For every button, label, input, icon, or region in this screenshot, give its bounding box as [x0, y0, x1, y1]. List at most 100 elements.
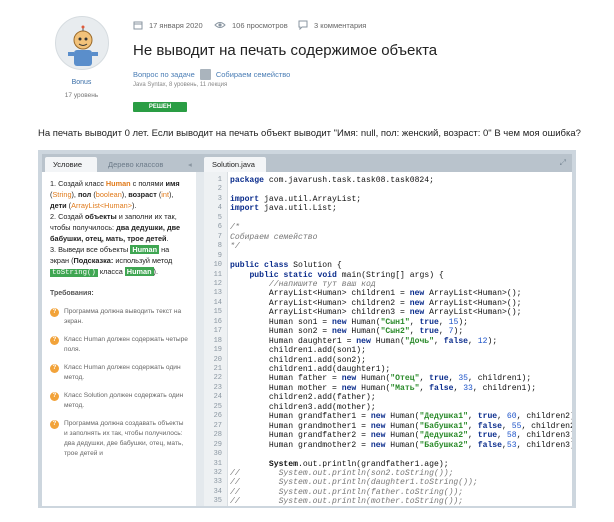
line-number: 8 [217, 242, 222, 251]
code-text: Human father = new Human("Отец", true, 3… [230, 374, 532, 384]
views-text: 106 просмотров [232, 20, 288, 30]
code-line[interactable]: 34 // System.out.println(father.toString(… [204, 488, 572, 498]
post-views: 106 просмотров [214, 20, 288, 30]
code-line[interactable]: 33 // System.out.println(daughter1.toStri… [204, 478, 572, 488]
code-text: public static void main(String[] args) { [249, 270, 444, 280]
code-line[interactable]: 9 [204, 252, 572, 262]
line-number: 6 [217, 223, 222, 232]
collapse-arrow-icon[interactable]: ◂ [180, 157, 200, 172]
code-line[interactable]: 10 public class Solution { [204, 261, 572, 271]
code-text: children1.add(daughter1); [230, 365, 391, 374]
code-line[interactable]: 17 Human son2 = new Human("Сын2", true, … [204, 327, 572, 337]
code-line[interactable]: 12 //напишите тут ваш код [204, 280, 572, 290]
code-text: ArrayList<Human> children2 = new ArrayLi… [230, 298, 522, 308]
line-number: 25 [213, 402, 222, 411]
tab-solution-java[interactable]: Solution.java [204, 157, 266, 172]
line-number: 26 [213, 412, 222, 421]
line-number: 24 [213, 393, 222, 402]
tab-condition[interactable]: Условие [45, 157, 97, 172]
code-editor[interactable]: 1 package com.javarush.task.task08.task08… [204, 172, 572, 506]
line-number: 23 [213, 383, 222, 392]
requirements-title: Требования: [50, 290, 94, 297]
question-icon: ? [50, 420, 59, 429]
code-line[interactable]: 24 children2.add(father); [204, 393, 572, 403]
task-link[interactable]: Собираем семейство [216, 70, 291, 79]
post-comments[interactable]: 3 комментария [298, 20, 366, 30]
code-line[interactable]: 35 // System.out.println(mother.toString(… [204, 497, 572, 506]
code-line[interactable]: 22 Human father = new Human("Отец", true… [204, 374, 572, 384]
code-line[interactable]: 11 public static void main(String[] args… [204, 271, 572, 281]
code-text: // System.out.println(father.toString())… [230, 487, 464, 497]
line-number: 4 [217, 204, 222, 213]
code-line[interactable]: 29 Human grandmother2 = new Human("Бабуш… [204, 441, 572, 451]
eye-icon [214, 22, 226, 28]
code-line[interactable]: 25 children3.add(mother); [204, 403, 572, 413]
line-number: 28 [213, 431, 222, 440]
question-text: На печать выводит 0 лет. Если выводит на… [38, 128, 581, 139]
author-level: 17 уровень [64, 92, 99, 99]
code-line[interactable]: 3 import java.util.ArrayList; [204, 195, 572, 205]
code-line[interactable]: 1 package com.javarush.task.task08.task08… [204, 176, 572, 186]
comment-icon [298, 20, 308, 30]
line-number: 22 [213, 374, 222, 383]
code-text: */ [230, 242, 240, 252]
code-text: // System.out.println(mother.toString())… [230, 497, 464, 506]
line-number: 9 [217, 251, 222, 260]
requirement-item: ? Класс Human должен содержать один метод… [50, 363, 188, 383]
task-label: Вопрос по задаче [133, 70, 195, 79]
line-number: 19 [213, 346, 222, 355]
code-line[interactable]: 8 */ [204, 242, 572, 252]
condition-scrollbar[interactable] [196, 172, 204, 506]
line-number: 33 [213, 478, 222, 487]
tab-class-tree[interactable]: Дерево классов [100, 157, 171, 172]
line-number: 31 [213, 459, 222, 468]
code-line[interactable]: 31 System.out.println(grandfather1.age); [204, 460, 572, 470]
code-line[interactable]: 2 [204, 185, 572, 195]
code-text: children1.add(son2); [230, 355, 366, 365]
code-line[interactable]: 14 ArrayList<Human> children2 = new Arra… [204, 299, 572, 309]
code-text: Human mother = new Human("Мать", false, … [230, 383, 537, 393]
code-line[interactable]: 7 Собираем семейство [204, 233, 572, 243]
code-line[interactable]: 4 import java.util.List; [204, 204, 572, 214]
line-number: 15 [213, 308, 222, 317]
code-line[interactable]: 6 /* [204, 223, 572, 233]
line-number: 32 [213, 468, 222, 477]
requirement-item: ? Программа должна создавать объекты и за… [50, 419, 188, 459]
code-line[interactable]: 27 Human grandmother1 = new Human("Бабуш… [204, 422, 572, 432]
post-date: 17 января 2020 [133, 20, 203, 30]
code-text: children3.add(mother); [230, 402, 376, 412]
expand-icon[interactable]: ⤢ [560, 158, 566, 168]
code-line[interactable]: 26 Human grandfather1 = new Human("Дедуш… [204, 412, 572, 422]
line-number: 29 [213, 440, 222, 449]
question-icon: ? [50, 336, 59, 345]
code-text: Собираем семейство [230, 232, 318, 242]
code-text: children2.add(father); [230, 393, 376, 403]
code-line[interactable]: 15 ArrayList<Human> children3 = new Arra… [204, 308, 572, 318]
code-text: package com.javarush.task.task08.task082… [230, 176, 434, 185]
code-text: Human son2 = new Human("Сын2", true, 7); [230, 327, 464, 337]
page-title: Не выводит на печать содержимое объекта [133, 42, 438, 59]
line-number: 17 [213, 327, 222, 336]
code-line[interactable]: 19 children1.add(son1); [204, 346, 572, 356]
code-text: // System.out.println(daughter1.toString… [230, 478, 478, 488]
code-line[interactable]: 16 Human son1 = new Human("Сын1", true, … [204, 318, 572, 328]
code-line[interactable]: 5 [204, 214, 572, 224]
line-number: 30 [213, 450, 222, 459]
code-line[interactable]: 20 children1.add(son2); [204, 356, 572, 366]
code-text: Human grandfather1 = new Human("Дедушка1… [230, 412, 572, 422]
avatar[interactable] [55, 16, 109, 70]
line-number: 10 [213, 261, 222, 270]
line-number: 5 [217, 213, 222, 222]
code-line[interactable]: 18 Human daughter1 = new Human("Дочь", f… [204, 337, 572, 347]
code-line[interactable]: 30 [204, 450, 572, 460]
requirement-item: ? Программа должна выводить текст на экра… [50, 307, 188, 327]
code-line[interactable]: 32 // System.out.println(son2.toString())… [204, 469, 572, 479]
code-text: import java.util.ArrayList; [230, 194, 362, 204]
code-line[interactable]: 28 Human grandfather2 = new Human("Дедуш… [204, 431, 572, 441]
code-line[interactable]: 23 Human mother = new Human("Мать", fals… [204, 384, 572, 394]
line-number: 18 [213, 336, 222, 345]
code-text: // System.out.println(son2.toString()); [230, 468, 454, 478]
code-line[interactable]: 13 ArrayList<Human> children1 = new Arra… [204, 289, 572, 299]
code-line[interactable]: 21 children1.add(daughter1); [204, 365, 572, 375]
condition-item-2: 2. Создай объекты и заполни их так, чтоб… [50, 212, 181, 243]
